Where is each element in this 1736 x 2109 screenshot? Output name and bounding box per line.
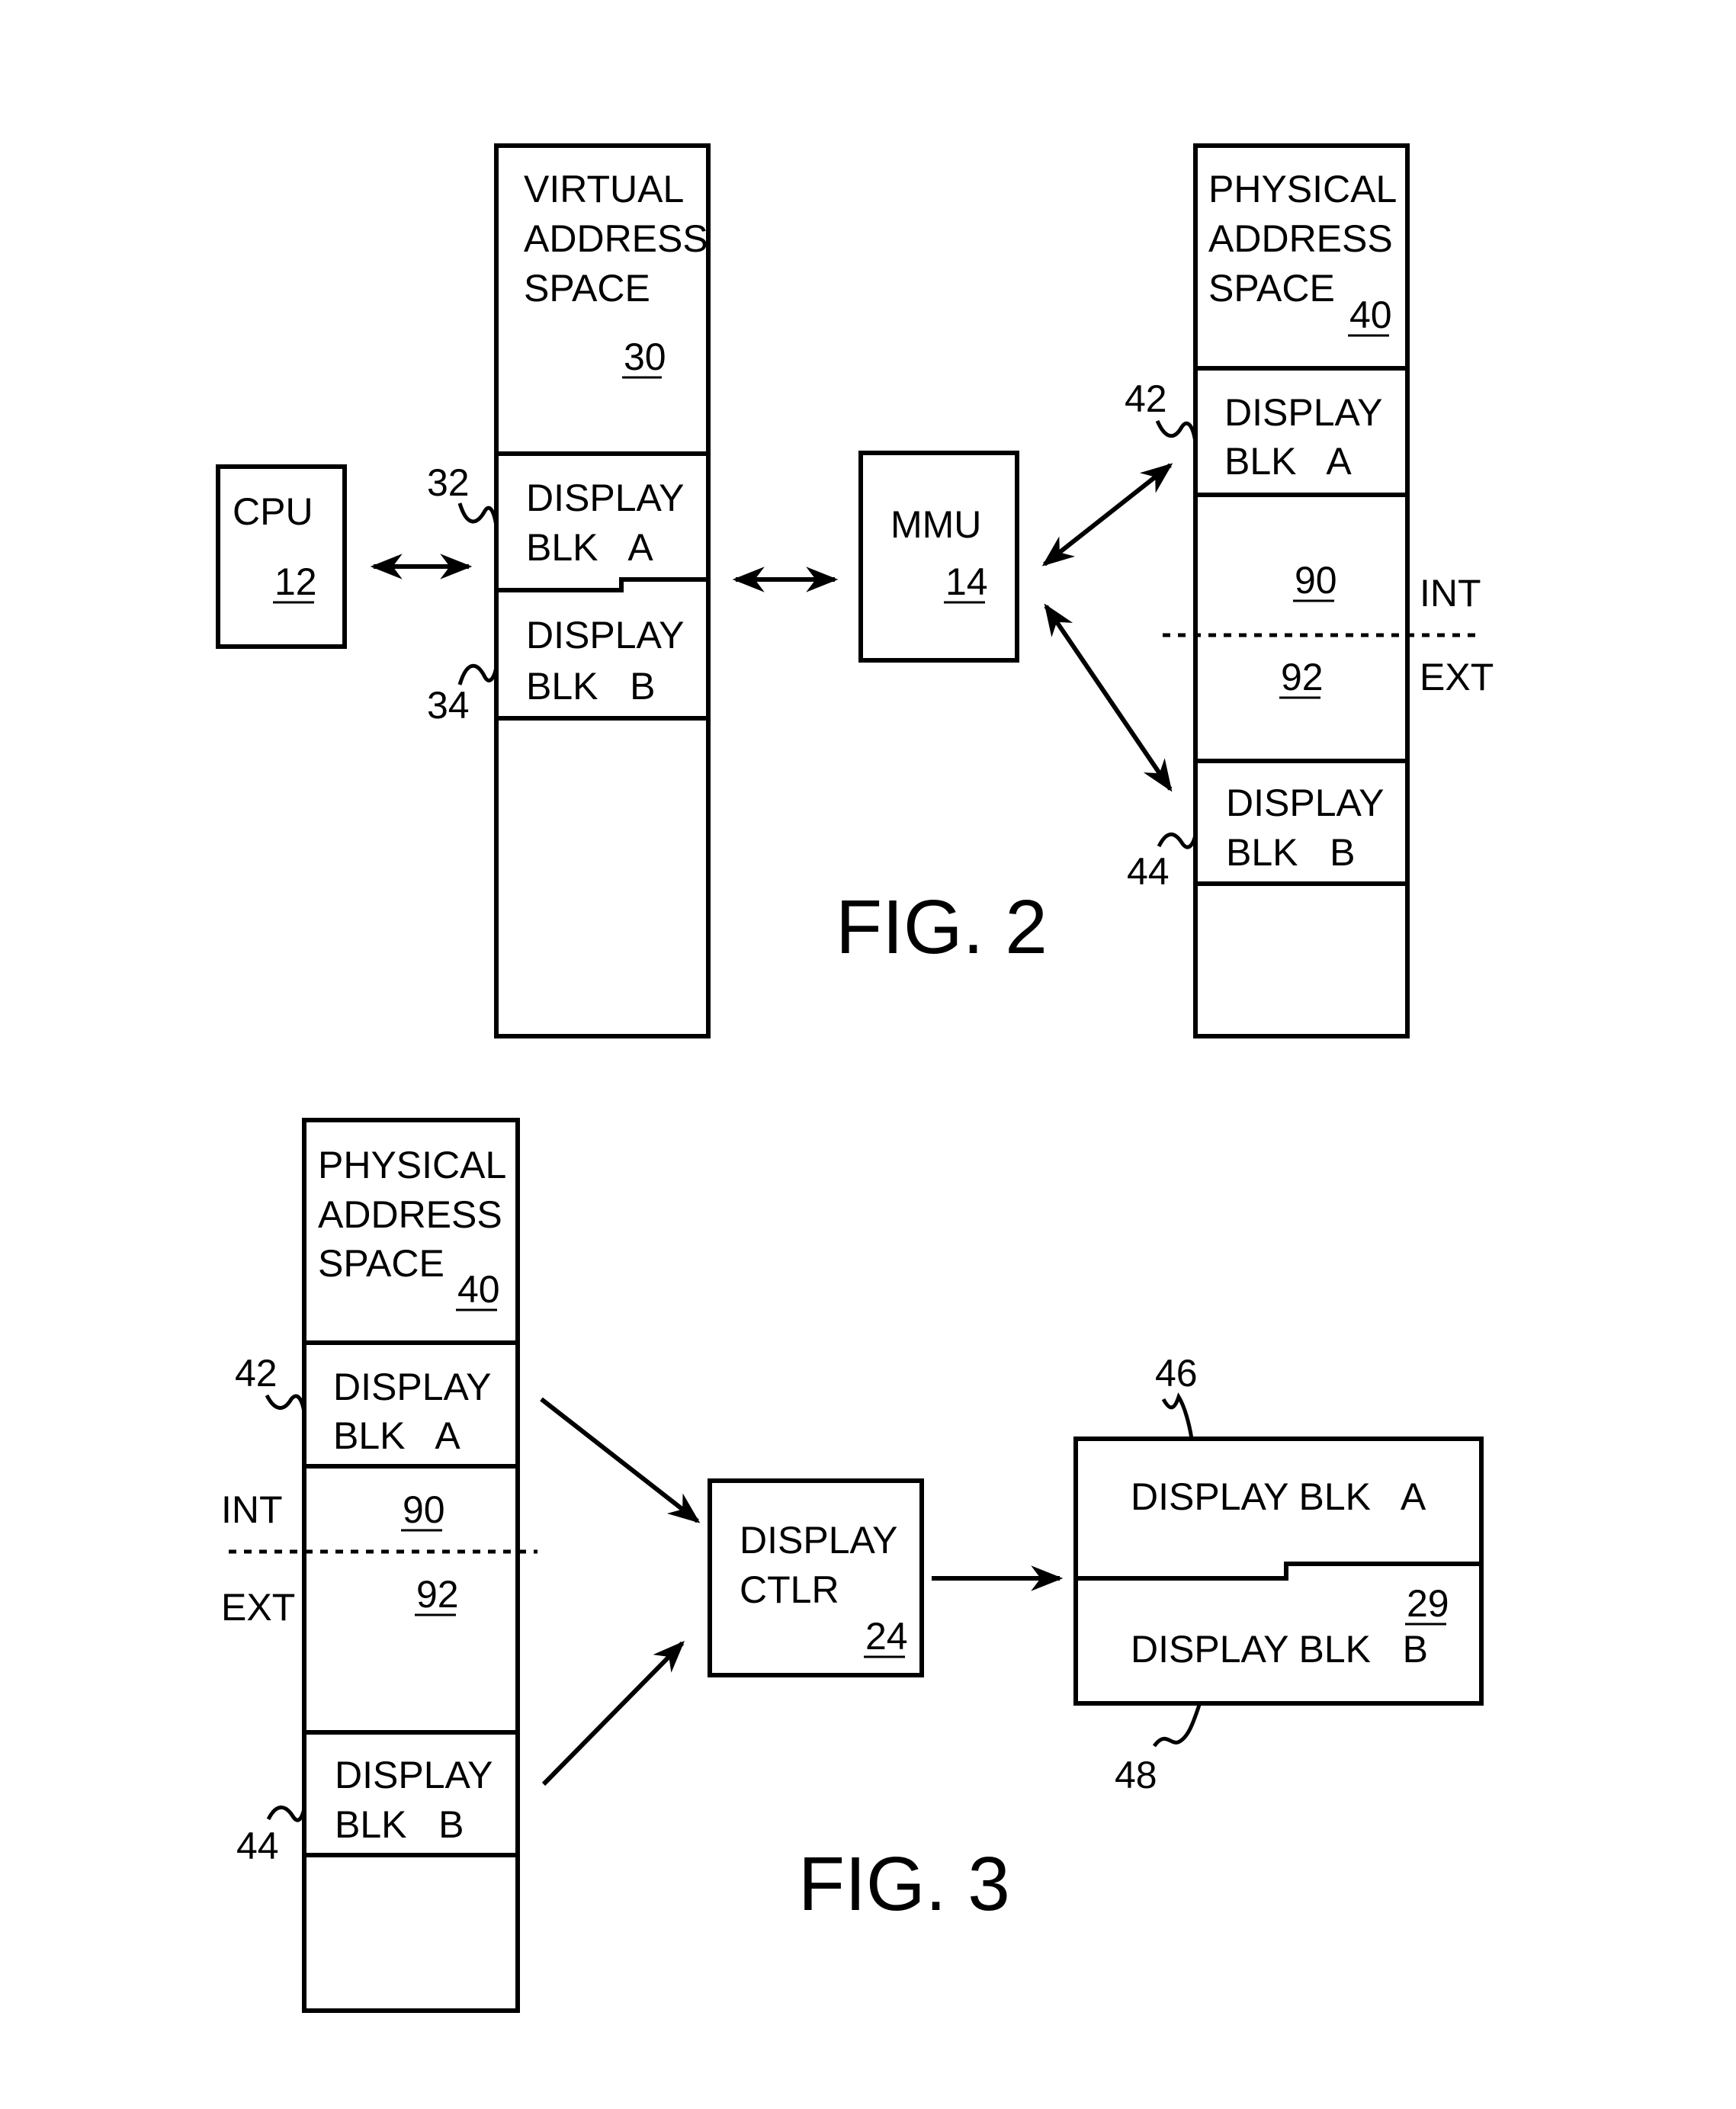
virtual-title-line1: VIRTUAL bbox=[524, 168, 684, 210]
physical2-ext-ref: 92 bbox=[1281, 656, 1324, 698]
physical2-blk-b-line1: DISPLAY bbox=[1226, 782, 1385, 824]
leader-44-fig2 bbox=[1157, 832, 1198, 849]
ctlr-line1: DISPLAY bbox=[740, 1519, 898, 1562]
physical2-int-ref: 90 bbox=[1295, 559, 1337, 602]
physical3-title-line3: SPACE bbox=[318, 1242, 444, 1285]
physical2-title-line3: SPACE bbox=[1208, 267, 1335, 310]
ref-42-fig3: 42 bbox=[235, 1352, 278, 1395]
ref-44-fig3: 44 bbox=[236, 1825, 279, 1867]
physical3-display-blk-b: DISPLAY BLK B bbox=[335, 1754, 493, 1846]
physical2-blk-a-line1: DISPLAY bbox=[1224, 391, 1383, 434]
mmu-blk-b-arrow bbox=[1044, 603, 1173, 792]
physical3-title-line1: PHYSICAL bbox=[318, 1144, 506, 1186]
ref-42-fig2: 42 bbox=[1125, 377, 1167, 420]
physical-address-space-fig2: PHYSICAL ADDRESS SPACE 40 DISPLAY BLK A … bbox=[1193, 143, 1410, 1038]
leader-44-fig3 bbox=[266, 1806, 306, 1822]
physical2-display-blk-b: DISPLAY BLK B bbox=[1226, 782, 1385, 874]
physical3-blk-a-line1: DISPLAY bbox=[333, 1366, 492, 1408]
virtual-blk-a-line1: DISPLAY bbox=[526, 477, 685, 519]
ref-46: 46 bbox=[1155, 1352, 1198, 1395]
leader-48 bbox=[1152, 1704, 1202, 1748]
virtual-blk-b-line1: DISPLAY bbox=[526, 614, 685, 656]
physical3-blk-b-line2: BLK B bbox=[335, 1803, 464, 1846]
leader-42-fig2 bbox=[1155, 419, 1198, 443]
int-label-fig2: INT bbox=[1420, 572, 1481, 615]
ref-34: 34 bbox=[427, 684, 470, 727]
leader-34 bbox=[457, 663, 499, 685]
blk-a-to-ctlr-arrow bbox=[540, 1397, 701, 1523]
physical2-blk-b-line2: BLK B bbox=[1226, 831, 1356, 874]
display-screen: DISPLAY BLK A DISPLAY BLK B 29 bbox=[1073, 1436, 1484, 1706]
physical2-title-line1: PHYSICAL bbox=[1208, 168, 1397, 210]
ref-44-fig2: 44 bbox=[1127, 850, 1170, 893]
cpu-box: CPU 12 bbox=[216, 464, 347, 649]
virtual-blk-b-line2: BLK B bbox=[526, 665, 656, 708]
cpu-label: CPU bbox=[233, 490, 313, 533]
virtual-title-line3: SPACE bbox=[524, 267, 650, 310]
mmu-box: MMU 14 bbox=[858, 451, 1019, 663]
screen-blk-b: DISPLAY BLK B bbox=[1131, 1628, 1428, 1671]
virtual-ref: 30 bbox=[624, 335, 666, 378]
virtual-blk-a-line2: BLK A bbox=[526, 526, 653, 569]
virtual-address-space: VIRTUAL ADDRESS SPACE 30 DISPLAY BLK A D… bbox=[494, 143, 711, 1038]
fig3-caption: FIG. 3 bbox=[798, 1841, 1010, 1927]
int-label-fig3: INT bbox=[221, 1488, 283, 1531]
leader-42-fig3 bbox=[265, 1394, 306, 1413]
physical2-blk-a-line2: BLK A bbox=[1224, 440, 1352, 483]
ref-32: 32 bbox=[427, 461, 470, 504]
physical3-blk-a-line2: BLK A bbox=[333, 1414, 460, 1457]
ext-label-fig2: EXT bbox=[1420, 656, 1494, 698]
physical3-display-blk-a: DISPLAY BLK A bbox=[333, 1366, 492, 1457]
blk-b-to-ctlr-arrow bbox=[541, 1641, 685, 1786]
patent-drawing: CPU 12 VIRTUAL ADDRESS SPACE 30 DISPLAY … bbox=[216, 143, 1494, 2013]
physical3-blk-b-line1: DISPLAY bbox=[335, 1754, 493, 1796]
screen-ref: 29 bbox=[1407, 1582, 1449, 1625]
virtual-title-line2: ADDRESS bbox=[524, 217, 708, 260]
leader-46-curve bbox=[1161, 1392, 1194, 1440]
physical2-ref: 40 bbox=[1349, 294, 1392, 336]
fig2-caption: FIG. 2 bbox=[836, 884, 1048, 970]
physical3-ext-ref: 92 bbox=[416, 1573, 459, 1616]
ref-48: 48 bbox=[1115, 1754, 1157, 1796]
physical3-ref: 40 bbox=[457, 1268, 500, 1311]
physical3-title-line2: ADDRESS bbox=[318, 1193, 502, 1236]
virtual-display-blk-b: DISPLAY BLK B bbox=[526, 614, 685, 708]
ctlr-line2: CTLR bbox=[740, 1568, 839, 1611]
ctlr-ref: 24 bbox=[865, 1615, 908, 1658]
ext-label-fig3: EXT bbox=[221, 1586, 295, 1629]
physical3-int-ref: 90 bbox=[403, 1488, 445, 1531]
display-controller-box: DISPLAY CTLR 24 bbox=[708, 1478, 924, 1677]
mmu-blk-a-arrow bbox=[1041, 463, 1173, 567]
physical2-display-blk-a: DISPLAY BLK A bbox=[1224, 391, 1383, 483]
cpu-ref: 12 bbox=[274, 560, 317, 603]
mmu-ref: 14 bbox=[945, 560, 988, 603]
fig2: CPU 12 VIRTUAL ADDRESS SPACE 30 DISPLAY … bbox=[216, 143, 1494, 1038]
physical-address-space-fig3: PHYSICAL ADDRESS SPACE 40 DISPLAY BLK A … bbox=[302, 1118, 520, 2013]
physical2-title-line2: ADDRESS bbox=[1208, 217, 1393, 260]
leader-32 bbox=[457, 502, 499, 527]
virtual-display-blk-a: DISPLAY BLK A bbox=[526, 477, 685, 569]
mmu-label: MMU bbox=[890, 503, 981, 546]
screen-blk-a: DISPLAY BLK A bbox=[1131, 1475, 1426, 1518]
